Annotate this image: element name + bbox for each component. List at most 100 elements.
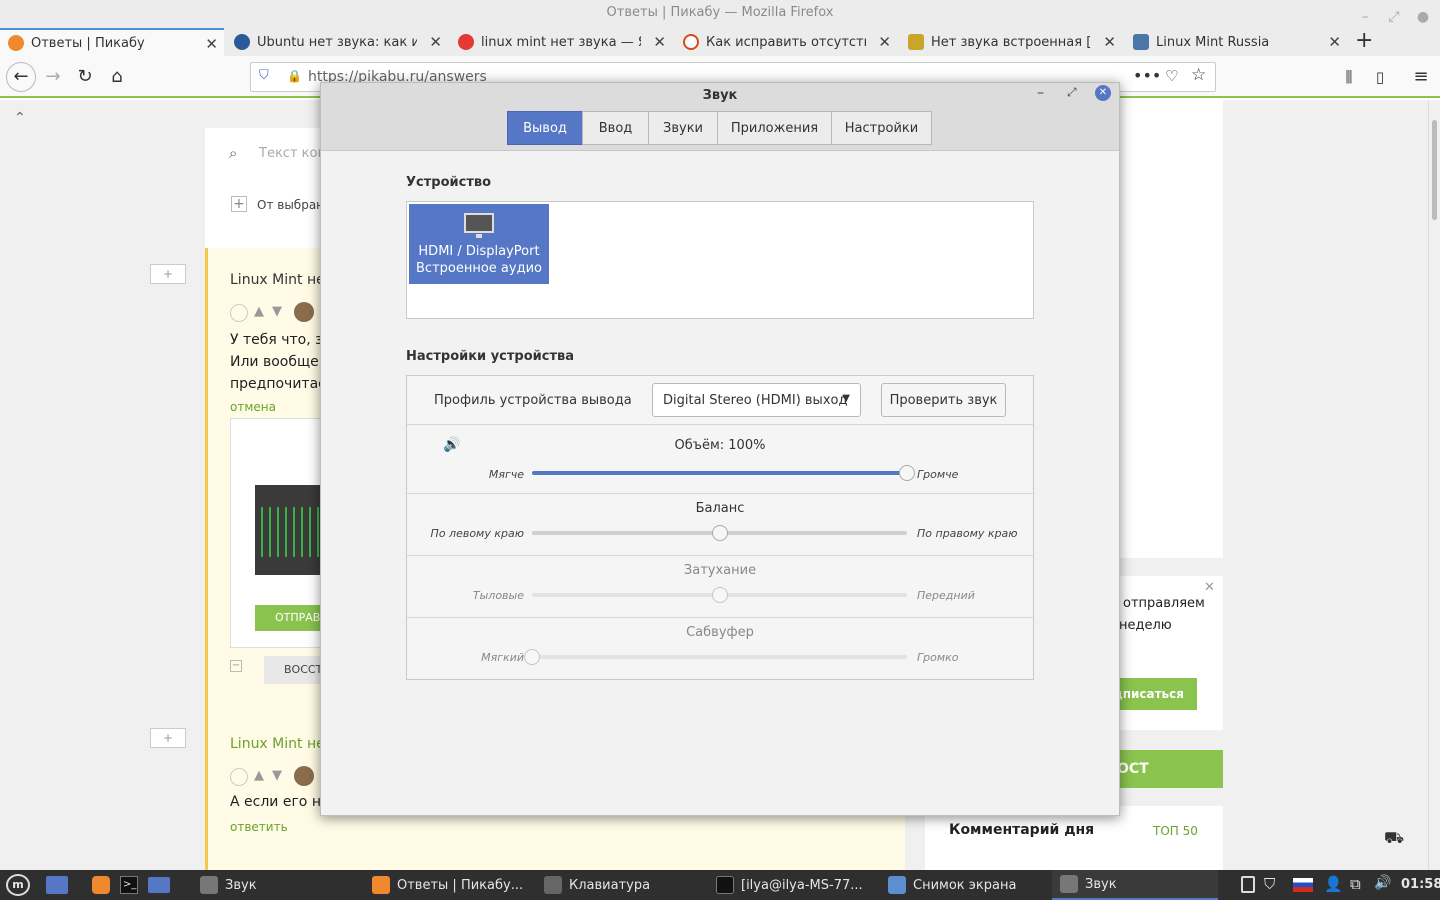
show-desktop-icon[interactable]	[46, 876, 68, 894]
close-window-icon[interactable]: ●	[1413, 4, 1433, 30]
collapse-icon[interactable]: −	[230, 660, 242, 672]
subscribe-button[interactable]: дписаться	[1107, 678, 1197, 710]
clock[interactable]: 01:58	[1401, 877, 1440, 892]
balance-slider-handle[interactable]	[711, 525, 728, 541]
firefox-launcher-icon[interactable]	[92, 876, 110, 894]
profile-dropdown[interactable]: Digital Stereo (HDMI) выход ▼	[652, 383, 861, 417]
taskbar-item-keyboard[interactable]: Клавиатура	[544, 870, 650, 900]
taskbar-item-screenshot[interactable]: Снимок экрана	[888, 870, 1016, 900]
tab-no-sound-builtin[interactable]: Нет звука встроенная [AM ✕	[900, 28, 1122, 56]
volume-min-label: Мягче	[488, 468, 524, 481]
close-tab-icon[interactable]: ✕	[878, 33, 891, 51]
tab-output[interactable]: Вывод	[507, 111, 583, 145]
sidebar-icon[interactable]: ▯	[1367, 64, 1393, 90]
page-scrollbar[interactable]	[1428, 100, 1440, 870]
profile-label: Профиль устройства вывода	[434, 393, 632, 408]
search-icon: ⌕	[229, 144, 238, 162]
close-tab-icon[interactable]: ✕	[1103, 33, 1116, 51]
scroll-up-icon[interactable]: ⌃	[14, 110, 26, 126]
tab-fix-sound[interactable]: Как исправить отсутствие ✕	[675, 28, 897, 56]
monitor-stand	[476, 234, 482, 238]
forward-arrow-icon[interactable]: →	[40, 64, 66, 90]
avatar[interactable]	[294, 302, 314, 322]
taskbar-item-terminal[interactable]: [ilya@ilya-MS-77...	[716, 870, 863, 900]
profile-value: Digital Stereo (HDMI) выход	[663, 392, 848, 408]
subwoofer-slider-handle[interactable]	[524, 649, 540, 665]
device-section-title: Устройство	[406, 175, 492, 190]
files-launcher-icon[interactable]	[148, 877, 170, 893]
terminal-launcher-icon[interactable]: >_	[120, 876, 138, 894]
minimize-icon[interactable]: –	[1037, 85, 1044, 101]
test-sound-button[interactable]: Проверить звук	[881, 383, 1006, 417]
vote-down-icon[interactable]: ▼	[272, 768, 282, 783]
menu-hamburger-icon[interactable]: ≡	[1408, 64, 1434, 90]
reload-icon[interactable]: ↻	[72, 64, 98, 90]
page-actions-icon[interactable]: •••	[1133, 66, 1161, 85]
taskbar-item-sound[interactable]: Звук	[200, 870, 257, 900]
tab-pikabu[interactable]: Ответы | Пикабу ✕	[0, 28, 224, 56]
volume-slider[interactable]	[532, 471, 907, 475]
cancel-link[interactable]: отмена	[230, 400, 276, 414]
shield-icon[interactable]: ⛉	[1264, 875, 1275, 893]
chevron-down-icon: ▼	[842, 393, 850, 404]
pocket-icon[interactable]: ♡	[1165, 67, 1178, 85]
close-tab-icon[interactable]: ✕	[653, 33, 666, 51]
paint-bucket-icon[interactable]: ⛟	[1384, 828, 1404, 849]
shield-icon[interactable]: ⛉	[259, 68, 269, 83]
maximize-icon[interactable]: ⤢	[1067, 85, 1077, 100]
tab-yandex[interactable]: linux mint нет звука — Янд ✕	[450, 28, 672, 56]
comment-title[interactable]: Linux Mint нет	[230, 272, 333, 288]
network-icon[interactable]: ⧉	[1350, 875, 1361, 893]
expand-thread-button[interactable]: +	[150, 728, 186, 748]
volume-slider-handle[interactable]	[899, 465, 915, 481]
tab-input[interactable]: Ввод	[582, 111, 649, 145]
new-tab-icon[interactable]: +	[1355, 28, 1373, 53]
reply-link[interactable]: ответить	[230, 820, 288, 834]
russian-flag-icon[interactable]	[1293, 878, 1313, 892]
library-icon[interactable]: ⫼	[1336, 64, 1362, 90]
back-arrow-icon[interactable]: ←	[6, 62, 36, 92]
expand-thread-button[interactable]: +	[150, 264, 186, 284]
device-hdmi[interactable]: HDMI / DisplayPort Встроенное аудио	[409, 204, 549, 284]
tab-label: Нет звука встроенная [AM	[931, 34, 1091, 50]
user-icon[interactable]: 👤	[1324, 875, 1343, 893]
bookmark-star-icon[interactable]: ☆	[1191, 65, 1206, 85]
restore-button[interactable]: ВОССТ	[264, 656, 328, 684]
tab-applications[interactable]: Приложения	[717, 111, 832, 145]
volume-max-label: Громче	[917, 468, 959, 481]
minimize-icon[interactable]: –	[1355, 4, 1375, 30]
close-tab-icon[interactable]: ✕	[429, 33, 442, 51]
top50-link[interactable]: ТОП 50	[1153, 824, 1198, 838]
reply-editor[interactable]: ОТПРАВ	[230, 418, 335, 648]
balance-right-label: По правому краю	[917, 527, 1018, 540]
close-promo-icon[interactable]: ✕	[1204, 580, 1215, 595]
taskbar-item-firefox[interactable]: Ответы | Пикабу...	[372, 870, 523, 900]
tab-sounds[interactable]: Звуки	[648, 111, 718, 145]
close-icon[interactable]: ✕	[1095, 85, 1111, 101]
avatar[interactable]	[294, 766, 314, 786]
comment-search-input[interactable]: Текст ком	[259, 146, 327, 161]
tab-settings[interactable]: Настройки	[831, 111, 932, 145]
tab-ubuntu-sound[interactable]: Ubuntu нет звука: как испр ✕	[226, 28, 448, 56]
mint-menu-icon[interactable]: m	[6, 874, 30, 896]
volume-label: Объём: 100%	[674, 438, 766, 453]
tab-linux-mint-russia[interactable]: Linux Mint Russia ✕	[1125, 28, 1347, 56]
from-selected-link[interactable]: От выбран	[257, 198, 324, 212]
attached-screenshot-image[interactable]	[255, 485, 325, 575]
monitor-icon	[464, 213, 494, 233]
taskbar-item-sound-active[interactable]: Звук	[1052, 870, 1218, 900]
subwoofer-slider[interactable]	[532, 655, 907, 659]
plus-icon[interactable]: +	[231, 196, 247, 212]
close-tab-icon[interactable]: ✕	[1328, 33, 1341, 51]
clock-icon	[230, 304, 248, 322]
vote-down-icon[interactable]: ▼	[272, 304, 282, 319]
fade-slider-handle[interactable]	[711, 587, 728, 603]
maximize-icon[interactable]: ⤢	[1384, 4, 1404, 30]
volume-tray-icon[interactable]: 🔊	[1374, 875, 1391, 891]
clipboard-icon[interactable]	[1241, 876, 1255, 893]
vote-up-icon[interactable]: ▲	[254, 768, 264, 783]
comment-title[interactable]: Linux Mint нет	[230, 736, 333, 752]
vote-up-icon[interactable]: ▲	[254, 304, 264, 319]
close-tab-icon[interactable]: ✕	[205, 35, 218, 53]
home-icon[interactable]: ⌂	[104, 64, 130, 90]
